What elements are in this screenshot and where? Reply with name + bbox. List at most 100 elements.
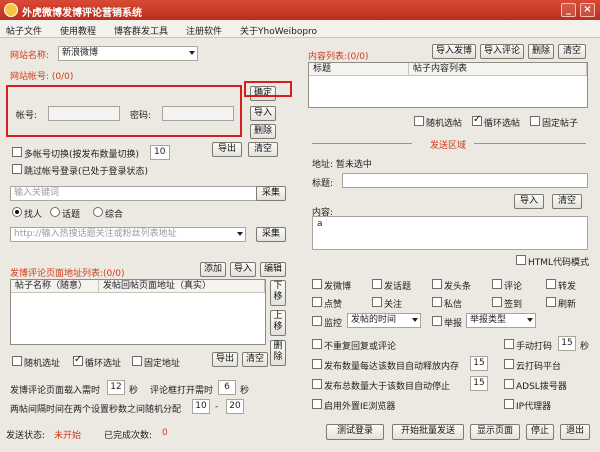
url-col-address[interactable]: 发帖回帖页面地址（真实）: [99, 280, 265, 293]
opt-post-weibo-checkbox[interactable]: [312, 279, 322, 289]
interval-from-input[interactable]: 10: [192, 399, 210, 414]
site-select-value: 新浪微博: [62, 48, 99, 58]
clear-url-button[interactable]: 清空: [242, 352, 268, 367]
comment-wait-input[interactable]: 6: [218, 380, 236, 395]
load-wait-input[interactable]: 12: [107, 380, 125, 395]
random-url-label: 随机选址: [24, 359, 61, 369]
auto-stop-checkbox[interactable]: [312, 379, 322, 389]
fixed-post-label: 固定帖子: [542, 119, 579, 129]
manual-captcha-input[interactable]: 15: [558, 336, 576, 351]
export-account-button[interactable]: 导出: [212, 142, 242, 157]
multi-count-input[interactable]: 10: [150, 145, 170, 160]
content-list-table[interactable]: 标题 帖子内容列表: [308, 62, 588, 108]
content-list-header: 内容列表:(0/0): [308, 52, 369, 62]
collect-keyword-button[interactable]: 采集: [256, 186, 286, 201]
show-page-button[interactable]: 显示页面: [470, 424, 520, 440]
clear-content-button[interactable]: 清空: [558, 44, 586, 59]
menu-tutorial[interactable]: 使用教程: [60, 24, 96, 37]
import-post-button[interactable]: 导入发博: [432, 44, 476, 59]
title-input[interactable]: [342, 173, 588, 188]
opt-post-topic-checkbox[interactable]: [372, 279, 382, 289]
random-post-checkbox[interactable]: [414, 116, 424, 126]
opt-follow-checkbox[interactable]: [372, 297, 382, 307]
opt-message-checkbox[interactable]: [432, 297, 442, 307]
close-button[interactable]: ×: [580, 3, 595, 17]
auto-release-checkbox[interactable]: [312, 359, 322, 369]
opt-headline-checkbox[interactable]: [432, 279, 442, 289]
auto-stop-input[interactable]: 15: [470, 376, 488, 391]
url-select[interactable]: http://输入热搜话题关注或粉丝列表地址: [10, 227, 246, 242]
no-repeat-checkbox[interactable]: [312, 339, 322, 349]
ip-proxy-checkbox[interactable]: [504, 399, 514, 409]
add-url-button[interactable]: 添加: [200, 262, 226, 277]
content-textarea-value: a: [317, 219, 323, 229]
monitor-checkbox[interactable]: [312, 316, 322, 326]
move-up-label: 上移: [273, 311, 283, 332]
manual-captcha-checkbox[interactable]: [504, 339, 514, 349]
window-title: 外虎微博发博评论营销系统: [22, 8, 142, 19]
minimize-button[interactable]: _: [561, 3, 576, 17]
clear-account-button[interactable]: 清空: [248, 142, 278, 157]
loop-post-label: 循环选帖: [484, 119, 521, 129]
opt-checkin-checkbox[interactable]: [492, 297, 502, 307]
opt-refresh-checkbox[interactable]: [546, 297, 556, 307]
interval-to-input[interactable]: 20: [226, 399, 244, 414]
content-col-body[interactable]: 帖子内容列表: [409, 63, 587, 76]
report-select[interactable]: 举报类型: [466, 313, 536, 328]
start-batch-button[interactable]: 开始批量发送: [392, 424, 464, 440]
exit-button[interactable]: 退出: [560, 424, 590, 440]
title-label: 标题:: [312, 179, 334, 189]
import-content-button[interactable]: 导入: [514, 194, 544, 209]
move-up-button[interactable]: 上移: [270, 310, 286, 336]
loop-url-checkbox[interactable]: [73, 354, 83, 366]
stop-button[interactable]: 停止: [526, 424, 554, 440]
keyword-input[interactable]: 输入关键词: [10, 186, 266, 201]
title-bar: 外虎微博发博评论营销系统 _ ×: [0, 0, 600, 20]
opt-forward-checkbox[interactable]: [546, 279, 556, 289]
loop-post-checkbox[interactable]: [472, 114, 482, 126]
chevron-down-icon: [189, 51, 195, 55]
radio-topic[interactable]: [50, 207, 60, 217]
menu-blog-tool[interactable]: 博客群发工具: [114, 24, 168, 37]
radio-find-people[interactable]: [12, 207, 22, 217]
url-list-table[interactable]: 帖子名称（随意） 发帖回帖页面地址（真实）: [10, 279, 266, 345]
adsl-checkbox[interactable]: [504, 379, 514, 389]
fixed-url-checkbox[interactable]: [132, 356, 142, 366]
content-col-title[interactable]: 标题: [309, 63, 409, 76]
delete-content-button[interactable]: 删除: [528, 44, 554, 59]
test-login-button[interactable]: 测试登录: [326, 424, 384, 440]
move-down-button[interactable]: 下移: [270, 280, 286, 306]
edit-url-button[interactable]: 编辑: [260, 262, 286, 277]
url-col-name[interactable]: 帖子名称（随意）: [11, 280, 99, 293]
opt-like-checkbox[interactable]: [312, 297, 322, 307]
import-comment-button[interactable]: 导入评论: [480, 44, 524, 59]
skip-login-checkbox[interactable]: [12, 164, 22, 174]
clear-content2-button[interactable]: 清空: [552, 194, 582, 209]
menu-register[interactable]: 注册软件: [186, 24, 222, 37]
account-header: 网站帐号: (0/0): [10, 72, 74, 82]
delete-account-button[interactable]: 删除: [250, 124, 276, 139]
content-textarea[interactable]: a: [312, 216, 588, 250]
done-value: 0: [162, 428, 168, 438]
site-select[interactable]: 新浪微博: [58, 46, 198, 61]
import-account-button[interactable]: 导入: [250, 106, 276, 121]
adsl-label: ADSL拨号器: [516, 382, 567, 392]
radio-general[interactable]: [93, 207, 103, 217]
report-checkbox[interactable]: [432, 316, 442, 326]
opt-message-label: 私信: [444, 300, 463, 310]
ie-browser-checkbox[interactable]: [312, 399, 322, 409]
export-url-button[interactable]: 导出: [212, 352, 238, 367]
monitor-select[interactable]: 发帖的时间: [347, 313, 421, 328]
multi-switch-checkbox[interactable]: [12, 147, 22, 157]
menu-about[interactable]: 关于YhoWeibopro: [240, 24, 317, 37]
cloud-captcha-checkbox[interactable]: [504, 359, 514, 369]
fixed-post-checkbox[interactable]: [530, 116, 540, 126]
html-mode-checkbox[interactable]: [516, 255, 526, 265]
delete-url-button[interactable]: 删除: [270, 340, 286, 366]
opt-comment-checkbox[interactable]: [492, 279, 502, 289]
random-url-checkbox[interactable]: [12, 356, 22, 366]
collect-url-button[interactable]: 采集: [256, 227, 286, 242]
import-url-button[interactable]: 导入: [230, 262, 256, 277]
menu-post-file[interactable]: 帖子文件: [6, 24, 42, 37]
auto-release-input[interactable]: 15: [470, 356, 488, 371]
